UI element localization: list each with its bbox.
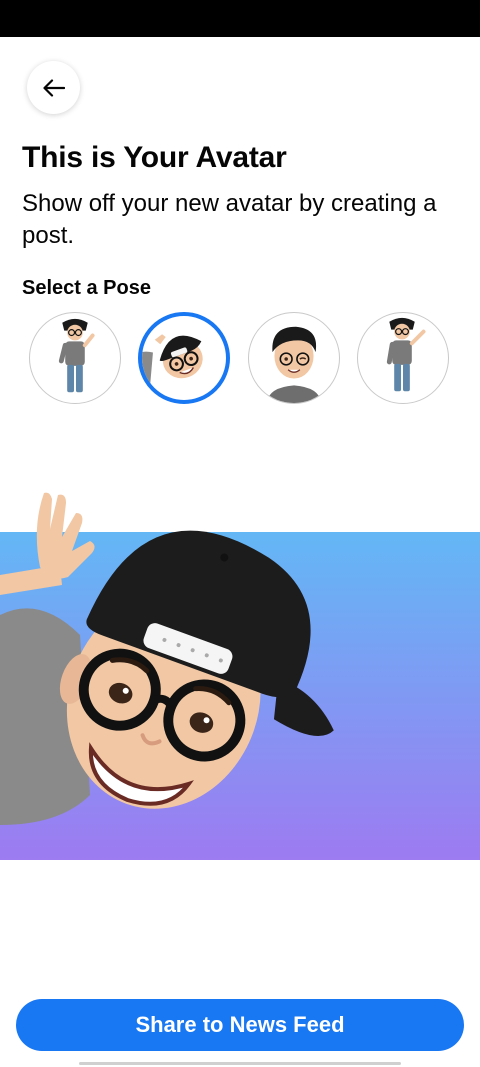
avatar-standing-thumbs-up-icon — [58, 318, 95, 393]
page-title: This is Your Avatar — [22, 141, 287, 174]
avatar-peeking-wave-icon — [142, 334, 203, 395]
pose-option-face-wink[interactable] — [248, 312, 340, 404]
pose-selector — [29, 312, 453, 406]
back-arrow-icon — [42, 78, 65, 97]
status-bar — [0, 0, 480, 37]
pose-option-standing-thumbs-up[interactable] — [29, 312, 121, 404]
page-subtitle: Show off your new avatar by creating a p… — [22, 190, 437, 249]
avatar-peeking-wave-preview — [0, 492, 480, 860]
home-indicator — [79, 1062, 401, 1065]
select-pose-label: Select a Pose — [22, 277, 151, 299]
avatar-face-wink-icon — [266, 326, 322, 403]
pose-option-standing-wave[interactable] — [357, 312, 449, 404]
pose-option-peeking-wave[interactable] — [138, 312, 230, 404]
share-to-news-feed-button[interactable]: Share to News Feed — [16, 999, 464, 1051]
avatar-preview — [0, 485, 480, 865]
back-button[interactable] — [27, 61, 80, 114]
avatar-standing-wave-icon — [386, 317, 426, 392]
